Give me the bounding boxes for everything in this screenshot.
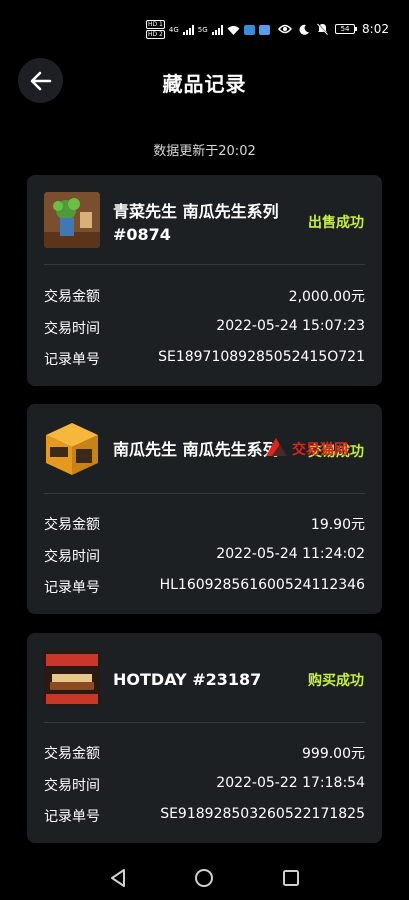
order-value: HL160928561600524112346 [159, 577, 365, 593]
sim-indicator: HD 1 HD 2 [146, 20, 165, 39]
moon-icon [299, 24, 310, 35]
network-type-2: 5G [197, 25, 208, 34]
update-timestamp: 数据更新于20:02 [153, 144, 256, 159]
time-value: 2022-05-24 15:07:23 [216, 318, 365, 334]
eye-icon [278, 24, 293, 34]
nav-back-button[interactable] [106, 866, 130, 890]
divider [44, 493, 365, 494]
record-card[interactable]: HOTDAY #23187 购买成功 交易金额 999.00元 交易时间 202… [27, 633, 382, 843]
status-badge: 购买成功 [308, 673, 364, 689]
square-recents-icon [283, 870, 299, 886]
status-badge: 出售成功 [308, 215, 364, 231]
amount-value: 19.90元 [310, 517, 365, 533]
order-label: 记录单号 [44, 352, 100, 368]
amount-label: 交易金额 [44, 746, 100, 762]
page-title: 藏品记录 [162, 72, 247, 96]
collectible-name: HOTDAY #23187 [113, 670, 262, 689]
collectible-thumbnail [44, 192, 100, 248]
collectible-thumbnail [44, 650, 100, 706]
amount-value: 999.00元 [302, 746, 365, 762]
order-value: SE918928503260522171825 [160, 806, 365, 822]
signal-icon-2 [211, 24, 223, 35]
circle-home-icon [195, 869, 213, 887]
status-right: 54 8:02 [278, 22, 389, 36]
divider [44, 264, 365, 265]
time-value: 2022-05-24 11:24:02 [216, 546, 365, 562]
clock: 8:02 [362, 22, 389, 36]
watermark-text: 交易猫网 [292, 441, 348, 458]
amount-label: 交易金额 [44, 517, 100, 533]
time-label: 交易时间 [44, 549, 100, 565]
mute-icon [317, 23, 329, 35]
nav-recents-button[interactable] [279, 866, 303, 890]
network-type-1: 4G [168, 25, 179, 34]
order-label: 记录单号 [44, 809, 100, 825]
amount-value: 2,000.00元 [288, 289, 365, 305]
time-label: 交易时间 [44, 778, 100, 794]
record-card[interactable]: 青菜先生 南瓜先生系列 #0874 出售成功 交易金额 2,000.00元 交易… [27, 175, 382, 386]
wifi-icon [227, 25, 240, 35]
sim1-label: HD 1 [146, 20, 165, 29]
amount-label: 交易金额 [44, 289, 100, 305]
amount-row: 交易金额 999.00元 [44, 743, 365, 763]
signal-icon [182, 24, 194, 35]
order-row: 记录单号 HL160928561600524112346 [44, 577, 365, 597]
order-row: 记录单号 SE918928503260522171825 [44, 806, 365, 826]
divider [44, 722, 365, 723]
amount-row: 交易金额 2,000.00元 [44, 286, 365, 306]
time-label: 交易时间 [44, 321, 100, 337]
collectible-name: 青菜先生 南瓜先生系列 #0874 [113, 202, 279, 244]
amount-row: 交易金额 19.90元 [44, 514, 365, 534]
system-nav-bar [0, 856, 409, 900]
collectible-thumbnail [42, 419, 102, 479]
time-row: 交易时间 2022-05-24 15:07:23 [44, 318, 365, 338]
status-left: HD 1 HD 2 4G 5G [146, 20, 270, 39]
time-value: 2022-05-22 17:18:54 [216, 775, 365, 791]
page-header: 藏品记录 [0, 56, 409, 106]
app-notification-icon [243, 24, 255, 35]
order-row: 记录单号 SE18971089285052415O721 [44, 349, 365, 369]
app-notification-icon-2 [258, 24, 270, 35]
time-row: 交易时间 2022-05-24 11:24:02 [44, 546, 365, 566]
status-bar: HD 1 HD 2 4G 5G 54 8:02 [0, 0, 409, 62]
nav-home-button[interactable] [192, 866, 216, 890]
watermark-logo: 交易猫网 [262, 434, 382, 464]
order-value: SE18971089285052415O721 [158, 349, 365, 365]
time-row: 交易时间 2022-05-22 17:18:54 [44, 775, 365, 795]
triangle-back-icon [111, 869, 125, 887]
order-label: 记录单号 [44, 580, 100, 596]
sim2-label: HD 2 [146, 30, 165, 39]
battery-icon: 54 [335, 24, 358, 34]
